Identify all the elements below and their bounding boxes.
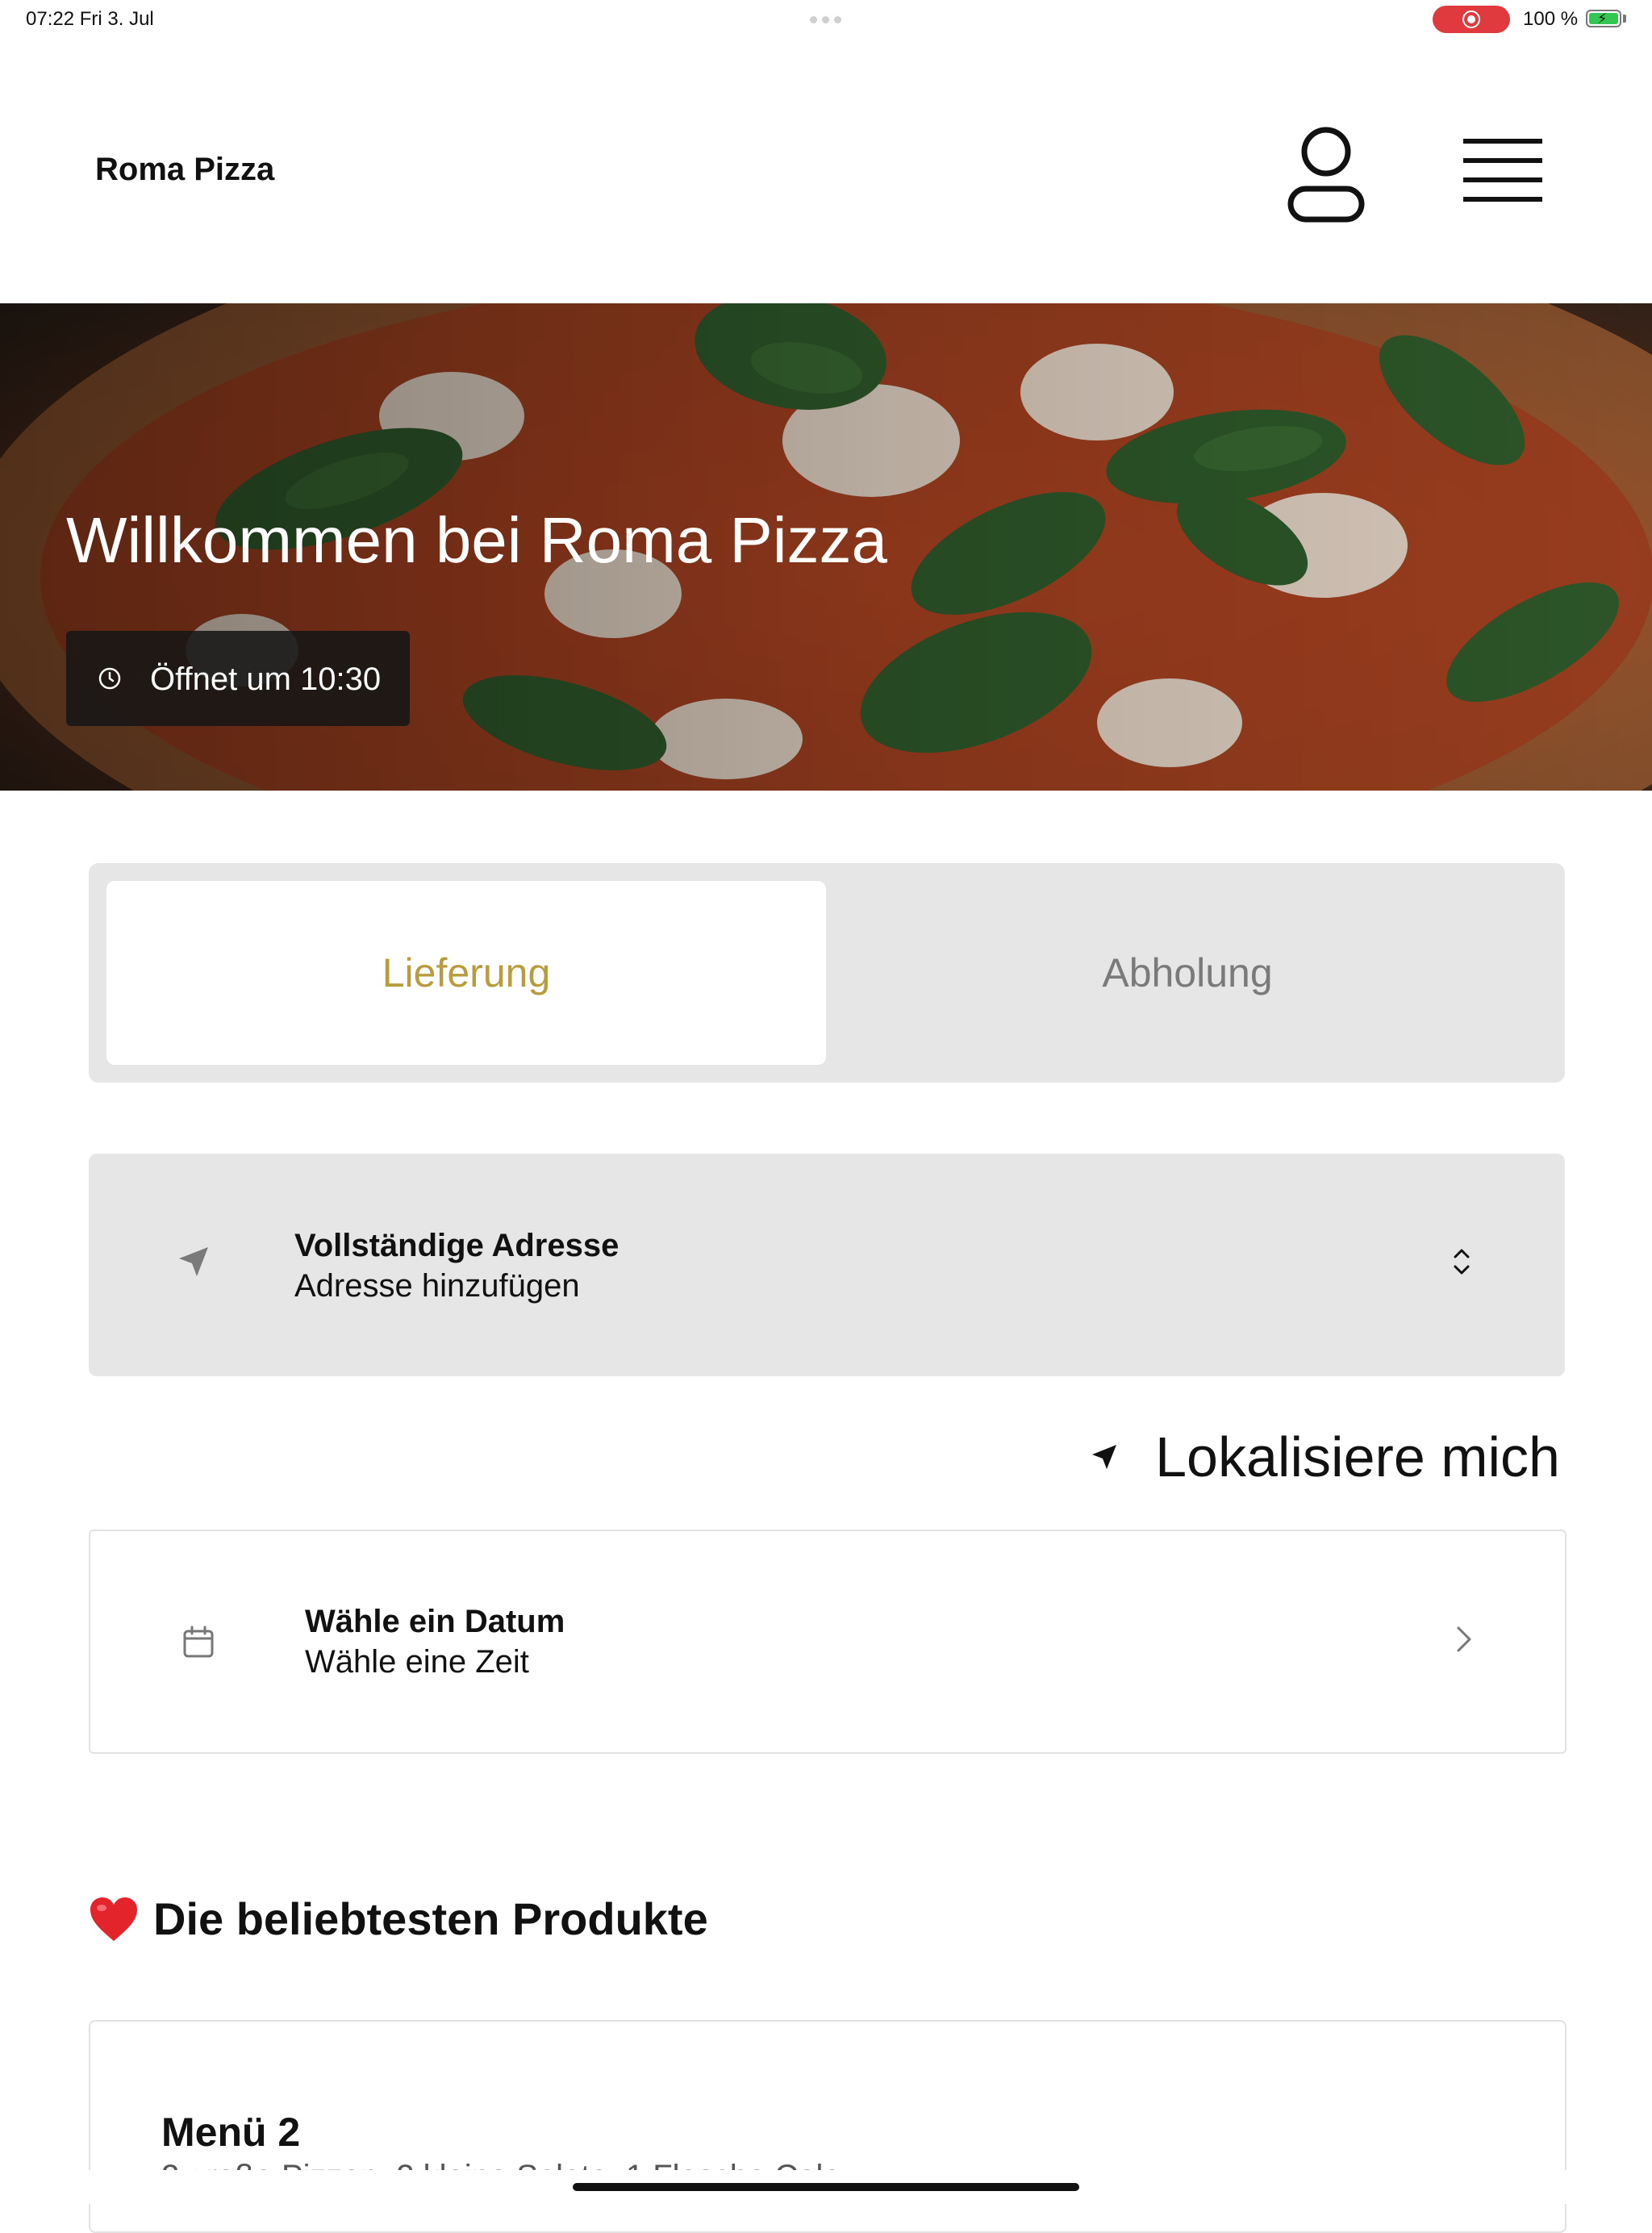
hamburger-menu-icon xyxy=(1463,139,1542,202)
location-arrow-icon xyxy=(1092,1445,1117,1469)
address-title: Vollständige Adresse xyxy=(294,1228,620,1263)
date-title: Wähle ein Datum xyxy=(305,1604,565,1639)
opening-hours-badge: Öffnet um 10:30 xyxy=(66,631,410,726)
address-placeholder: Adresse hinzufügen xyxy=(294,1268,580,1304)
screen-recording-indicator[interactable] xyxy=(1433,6,1510,33)
clock-icon xyxy=(98,667,121,690)
chevron-right-icon xyxy=(1457,1626,1471,1652)
multitasking-dots[interactable] xyxy=(810,16,841,23)
locate-me-button[interactable]: Lokalisiere mich xyxy=(1091,1425,1560,1489)
tab-pickup[interactable]: Abholung xyxy=(828,881,1547,1065)
tab-delivery[interactable]: Lieferung xyxy=(106,881,826,1065)
app-header: Roma Pizza xyxy=(0,39,1652,303)
status-time-date: 07:22 Fri 3. Jul xyxy=(26,8,154,30)
person-icon xyxy=(1287,127,1365,223)
product-name: Menü 2 xyxy=(161,2110,301,2155)
status-bar: 07:22 Fri 3. Jul 100 % ⚡ xyxy=(0,0,1652,39)
profile-button[interactable] xyxy=(1284,124,1368,224)
menu-button[interactable] xyxy=(1458,132,1549,210)
battery-icon: ⚡ xyxy=(1586,10,1621,27)
opening-hours-text: Öffnet um 10:30 xyxy=(150,662,382,697)
home-indicator[interactable] xyxy=(573,2183,1079,2191)
address-selector[interactable]: Vollständige Adresse Adresse hinzufügen xyxy=(89,1154,1565,1376)
locate-me-label: Lokalisiere mich xyxy=(1155,1425,1560,1488)
schedule-selector[interactable]: Wähle ein Datum Wähle eine Zeit xyxy=(89,1530,1566,1754)
location-arrow-icon xyxy=(179,1247,208,1276)
popular-products-title: Die beliebtesten Produkte xyxy=(153,1893,708,1944)
hero-title: Willkommen bei Roma Pizza xyxy=(66,504,888,576)
order-mode-toggle: Lieferung Abholung xyxy=(89,863,1565,1083)
hero-banner: Willkommen bei Roma Pizza Öffnet um 10:3… xyxy=(0,303,1652,791)
calendar-icon xyxy=(183,1626,214,1658)
time-placeholder: Wähle eine Zeit xyxy=(305,1644,529,1680)
heart-icon xyxy=(90,1897,137,1941)
brand-name[interactable]: Roma Pizza xyxy=(95,152,274,188)
battery-percentage: 100 % xyxy=(1523,8,1579,30)
popular-products-heading: Die beliebtesten Produkte xyxy=(89,1893,708,1945)
chevron-up-down-icon xyxy=(1454,1249,1470,1275)
